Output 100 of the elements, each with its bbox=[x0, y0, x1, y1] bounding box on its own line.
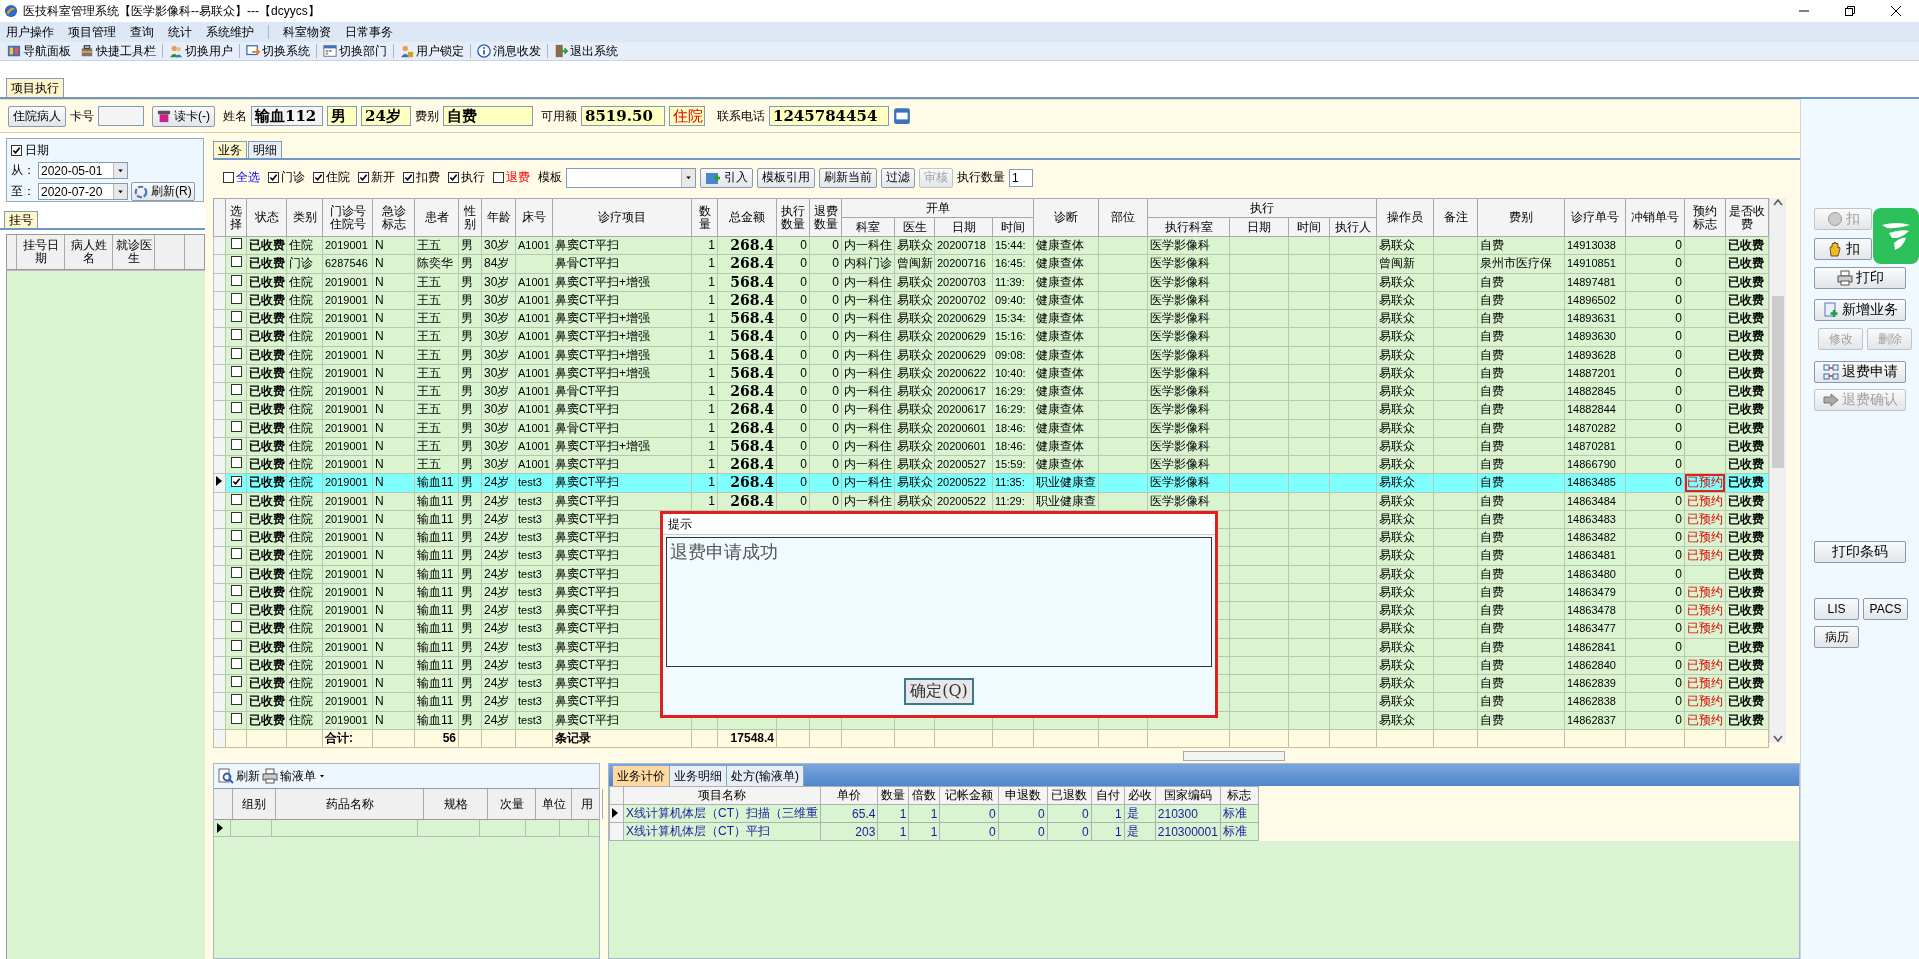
side-button[interactable]: 新增业务 bbox=[1814, 299, 1906, 321]
age-field[interactable]: 24岁 bbox=[361, 106, 411, 126]
side-button[interactable]: PACS bbox=[1863, 598, 1908, 620]
side-button[interactable]: 打印 bbox=[1814, 267, 1906, 289]
date-picker[interactable]: 2020-05-01 bbox=[38, 162, 128, 179]
patient-type-button[interactable]: 住院病人 bbox=[8, 105, 66, 127]
template-dropdown[interactable] bbox=[566, 167, 696, 188]
toolbar-button[interactable]: 切换用户 bbox=[166, 42, 236, 60]
toolbar-button[interactable]: 用户锁定 bbox=[397, 42, 467, 60]
column-header: 备注 bbox=[1433, 198, 1478, 237]
action-button[interactable]: 过滤 bbox=[881, 167, 915, 188]
checkbox[interactable] bbox=[230, 548, 242, 560]
refresh-link[interactable]: 刷新 bbox=[236, 767, 260, 785]
vertical-scrollbar[interactable] bbox=[1769, 198, 1786, 743]
side-button[interactable]: LIS bbox=[1814, 598, 1859, 620]
checkbox[interactable] bbox=[230, 530, 242, 542]
checkbox[interactable] bbox=[230, 365, 242, 377]
checkbox[interactable] bbox=[230, 694, 242, 706]
checkbox[interactable] bbox=[230, 639, 242, 651]
toolbar-button[interactable]: 切换部门 bbox=[320, 42, 390, 60]
checkbox[interactable] bbox=[230, 384, 242, 396]
checkbox[interactable] bbox=[230, 402, 242, 414]
checkbox[interactable] bbox=[230, 311, 242, 323]
menu-item[interactable]: 统计 bbox=[168, 23, 192, 41]
close-icon bbox=[1891, 6, 1901, 16]
side-button[interactable]: 扣 bbox=[1814, 238, 1872, 260]
scroll-thumb[interactable] bbox=[1772, 296, 1784, 468]
checkbox[interactable] bbox=[230, 274, 242, 286]
checkbox[interactable] bbox=[230, 657, 242, 669]
checkbox[interactable] bbox=[230, 476, 242, 488]
date-picker[interactable]: 2020-07-20 bbox=[38, 183, 128, 200]
checkbox[interactable] bbox=[230, 603, 242, 615]
action-button[interactable]: 刷新当前 bbox=[819, 167, 877, 188]
checkbox[interactable] bbox=[230, 347, 242, 359]
action-button[interactable]: 模板引用 bbox=[757, 167, 815, 188]
menu-item[interactable]: 日常事务 bbox=[345, 23, 393, 41]
tab[interactable]: 明细 bbox=[248, 141, 282, 158]
checkbox[interactable] bbox=[230, 566, 242, 578]
tab[interactable]: 项目执行 bbox=[6, 78, 64, 97]
checkbox[interactable] bbox=[223, 172, 234, 183]
toolbar-button[interactable]: 导航面板 bbox=[4, 42, 74, 60]
checkbox[interactable] bbox=[230, 457, 242, 469]
tab[interactable]: 业务 bbox=[213, 141, 247, 158]
phone-field[interactable]: 1245784454 bbox=[769, 106, 889, 126]
sex-field[interactable]: 男 bbox=[327, 106, 357, 126]
menu-item[interactable]: 用户操作 bbox=[6, 23, 54, 41]
field-label: 费别 bbox=[415, 107, 439, 125]
checkbox[interactable] bbox=[230, 256, 242, 268]
fee-type-field[interactable]: 自费 bbox=[443, 106, 533, 126]
toolbar-button[interactable]: 退出系统 bbox=[551, 42, 621, 60]
menu-item[interactable]: 项目管理 bbox=[68, 23, 116, 41]
checkbox[interactable] bbox=[230, 238, 242, 250]
checkbox[interactable] bbox=[230, 676, 242, 688]
name-field[interactable]: 输血112 bbox=[251, 106, 323, 126]
column-header: 诊疗项目 bbox=[552, 198, 692, 237]
read-card-button[interactable]: 读卡(-) bbox=[152, 105, 215, 127]
horizontal-scrollbar[interactable] bbox=[1183, 751, 1285, 761]
tab[interactable]: 处方(输液单) bbox=[727, 766, 804, 786]
balance-field[interactable]: 8519.50 bbox=[581, 106, 665, 126]
table-cell: 已预约 bbox=[1687, 511, 1723, 526]
field-label: 联系电话 bbox=[717, 107, 765, 125]
side-button[interactable]: 病历 bbox=[1814, 626, 1859, 648]
checkbox[interactable] bbox=[493, 172, 504, 183]
scroll-up-icon[interactable] bbox=[1773, 198, 1783, 206]
quantity-field[interactable]: 1 bbox=[1009, 168, 1033, 187]
checkbox[interactable] bbox=[448, 172, 459, 183]
side-button[interactable]: 打印条码 bbox=[1814, 541, 1906, 563]
checkbox[interactable] bbox=[230, 712, 242, 724]
checkbox[interactable] bbox=[358, 172, 369, 183]
checkbox[interactable] bbox=[313, 172, 324, 183]
refresh-button[interactable]: 刷新(R) bbox=[131, 182, 195, 201]
toolbar-button[interactable]: 切换系统 bbox=[243, 42, 313, 60]
checkbox[interactable] bbox=[230, 493, 242, 505]
checkbox[interactable] bbox=[230, 420, 242, 432]
ok-button[interactable]: 确定(Q) bbox=[904, 677, 974, 705]
menu-item[interactable]: 科室物资 bbox=[283, 23, 331, 41]
scroll-down-icon[interactable] bbox=[1773, 735, 1783, 743]
checkbox[interactable] bbox=[403, 172, 414, 183]
toolbar-button[interactable]: 消息收发 bbox=[474, 42, 544, 60]
toolbar-button[interactable]: 快捷工具栏 bbox=[77, 42, 159, 60]
menu-item[interactable]: 查询 bbox=[130, 23, 154, 41]
menu-item[interactable]: 系统维护 bbox=[206, 23, 254, 41]
checkbox[interactable] bbox=[230, 511, 242, 523]
window-title: 医技科室管理系统【医学影像科--易联众】---【dcyycs】 bbox=[23, 2, 320, 20]
checkbox[interactable] bbox=[11, 145, 22, 156]
checkbox[interactable] bbox=[230, 438, 242, 450]
checkbox[interactable] bbox=[230, 621, 242, 633]
tab[interactable]: 业务计价 bbox=[613, 766, 670, 786]
checkbox[interactable] bbox=[230, 584, 242, 596]
action-button[interactable]: 引入 bbox=[700, 167, 753, 188]
tab[interactable]: 挂号 bbox=[4, 211, 38, 228]
checkbox[interactable] bbox=[230, 292, 242, 304]
side-button[interactable]: 退费申请 bbox=[1814, 361, 1906, 383]
card-number-field[interactable] bbox=[98, 106, 144, 126]
status-field[interactable]: 住院 bbox=[669, 106, 705, 126]
infusion-menu[interactable]: 输液单 bbox=[280, 767, 316, 785]
tab[interactable]: 业务明细 bbox=[670, 766, 727, 786]
checkbox[interactable] bbox=[230, 329, 242, 341]
checkbox[interactable] bbox=[268, 172, 279, 183]
column-header: 类别 bbox=[286, 198, 323, 237]
